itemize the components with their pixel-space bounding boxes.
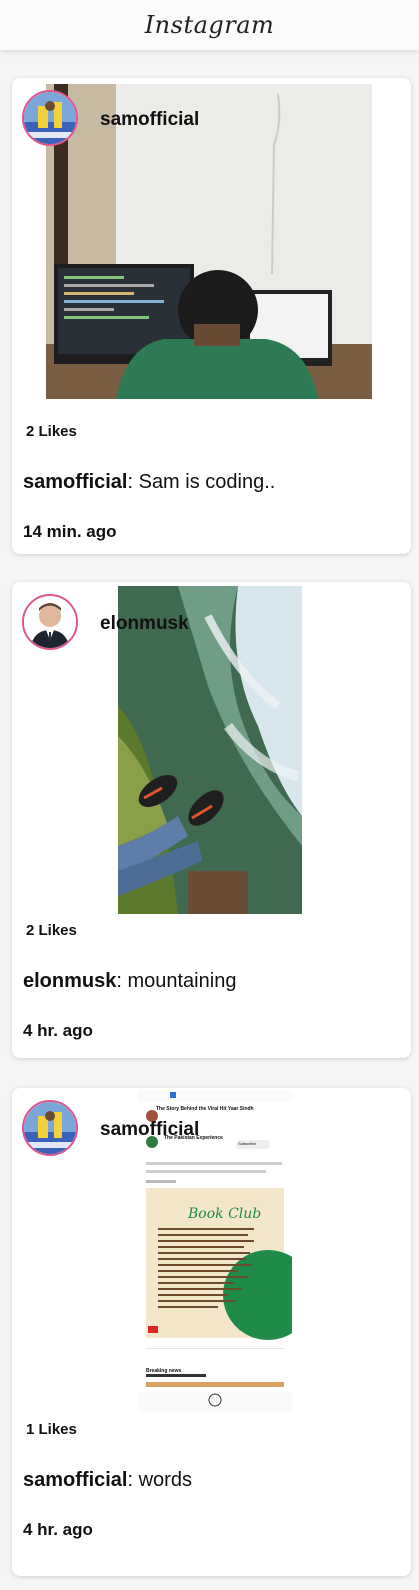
post-card: samofficial 2 Likes samofficial: Sam is … xyxy=(12,78,411,554)
app-header: Instagram xyxy=(0,0,419,50)
caption-text: : words xyxy=(127,1469,192,1491)
post-timestamp: 4 hr. ago xyxy=(23,1520,93,1539)
avatar[interactable] xyxy=(22,1100,78,1156)
avatar[interactable] xyxy=(22,90,78,146)
post-caption: samofficial: Sam is coding.. xyxy=(23,471,275,494)
caption-username[interactable]: samofficial xyxy=(23,471,127,493)
screenshot-video-title: The Story Behind the Viral Hit Yaar Sind… xyxy=(156,1106,254,1112)
post-caption: samofficial: words xyxy=(23,1469,192,1492)
coding-photo xyxy=(46,84,372,399)
screenshot-subscribe: Subscribe xyxy=(238,1141,256,1146)
avatar-image xyxy=(24,1102,76,1154)
post-username[interactable]: samofficial xyxy=(100,109,199,131)
screenshot-breaking: Breaking news xyxy=(146,1368,182,1374)
likes-count: 1 Likes xyxy=(26,1421,77,1438)
post-card: elonmusk 2 Likes elonmusk: mountaining 4… xyxy=(12,582,411,1058)
post-username[interactable]: samofficial xyxy=(100,1119,199,1141)
post-card: The Story Behind the Viral Hit Yaar Sind… xyxy=(12,1088,411,1576)
screenshot-book-club: Book Club xyxy=(188,1206,262,1222)
likes-count: 2 Likes xyxy=(26,423,77,440)
post-username[interactable]: elonmusk xyxy=(100,613,189,635)
avatar-image xyxy=(24,596,76,648)
post-image[interactable] xyxy=(118,586,302,914)
mountain-photo xyxy=(118,586,302,914)
post-timestamp: 14 min. ago xyxy=(23,522,117,541)
avatar[interactable] xyxy=(22,594,78,650)
caption-text: : Sam is coding.. xyxy=(127,471,276,493)
caption-text: : mountaining xyxy=(116,970,237,992)
post-caption: elonmusk: mountaining xyxy=(23,970,236,993)
avatar-image xyxy=(24,92,76,144)
caption-username[interactable]: elonmusk xyxy=(23,970,116,992)
post-image[interactable] xyxy=(46,84,372,399)
instagram-logo: Instagram xyxy=(144,11,275,39)
likes-count: 2 Likes xyxy=(26,922,77,939)
post-timestamp: 4 hr. ago xyxy=(23,1021,93,1040)
caption-username[interactable]: samofficial xyxy=(23,1469,127,1491)
